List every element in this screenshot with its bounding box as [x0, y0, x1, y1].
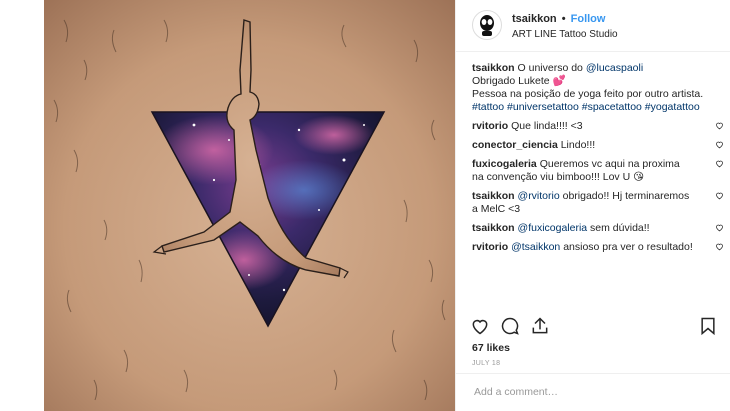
comment-heart-icon[interactable] — [715, 159, 724, 168]
add-comment-bar — [456, 373, 730, 411]
alien-avatar-icon — [474, 12, 500, 38]
comment-text: Lindo!!! — [560, 139, 596, 151]
caption-line2: Obrigado Lukete — [472, 75, 550, 87]
post-header: tsaikkon • Follow ART LINE Tattoo Studio — [456, 0, 730, 52]
comment-item: tsaikkon @rvitorio obrigado!! Hj termina… — [472, 190, 723, 216]
header-username[interactable]: tsaikkon — [512, 13, 557, 25]
comment-username[interactable]: tsaikkon — [472, 190, 515, 202]
comment-heart-icon[interactable] — [715, 242, 724, 251]
comment-item: rvitorio @tsaikkon ansioso pra ver o res… — [472, 241, 723, 254]
left-margin — [0, 0, 44, 411]
post-sidebar: tsaikkon • Follow ART LINE Tattoo Studio… — [455, 0, 730, 411]
comment-username[interactable]: rvitorio — [472, 120, 508, 132]
comment-heart-icon[interactable] — [715, 191, 724, 200]
tattoo-image — [44, 0, 455, 411]
post-date: JULY 18 — [472, 360, 501, 367]
comment-username[interactable]: rvitorio — [472, 241, 508, 253]
comment-username[interactable]: conector_ciencia — [472, 139, 558, 151]
comment-mention[interactable]: @rvitorio — [518, 190, 560, 202]
comment-username[interactable]: tsaikkon — [472, 222, 515, 234]
follow-button[interactable]: Follow — [571, 13, 606, 25]
comment-username[interactable]: fuxicogaleria — [472, 158, 537, 170]
comment-item: fuxicogaleria Queremos vc aqui na proxim… — [472, 158, 723, 184]
header-line: tsaikkon • Follow — [512, 13, 605, 25]
post-caption: tsaikkon O universo do @lucaspaoli Obrig… — [472, 62, 712, 114]
caption-username[interactable]: tsaikkon — [472, 62, 515, 74]
caption-emoji: 💕 — [552, 75, 566, 87]
heart-icon[interactable] — [470, 316, 490, 336]
comment-text: ansioso pra ver o resultado! — [560, 241, 693, 253]
comment-icon[interactable] — [500, 316, 520, 336]
share-icon[interactable] — [530, 316, 550, 336]
action-bar — [470, 316, 720, 338]
comment-text: Que linda!!!! <3 — [511, 120, 583, 132]
bookmark-icon[interactable] — [698, 316, 718, 336]
comment-heart-icon[interactable] — [715, 223, 724, 232]
separator-dot: • — [561, 13, 566, 25]
add-comment-input[interactable] — [472, 385, 716, 399]
comments-list: tsaikkon O universo do @lucaspaoli Obrig… — [472, 62, 723, 260]
likes-count[interactable]: 67 likes — [472, 342, 510, 354]
post-photo[interactable] — [44, 0, 455, 411]
caption-text1: O universo do — [517, 62, 586, 74]
caption-mention[interactable]: @lucaspaoli — [586, 62, 643, 74]
caption-line3: Pessoa na posição de yoga feito por outr… — [472, 88, 704, 100]
comment-item: tsaikkon @fuxicogaleria sem dúvida!! — [472, 222, 723, 235]
comment-heart-icon[interactable] — [715, 121, 724, 130]
comment-item: rvitorio Que linda!!!! <3 — [472, 120, 723, 133]
comment-item: conector_ciencia Lindo!!! — [472, 139, 723, 152]
avatar[interactable] — [472, 10, 502, 40]
comment-heart-icon[interactable] — [715, 140, 724, 149]
comment-mention[interactable]: @fuxicogaleria — [518, 222, 588, 234]
caption-hashtags[interactable]: #tattoo #universetattoo #spacetattoo #yo… — [472, 101, 700, 113]
comment-mention[interactable]: @tsaikkon — [511, 241, 560, 253]
location-link[interactable]: ART LINE Tattoo Studio — [512, 29, 618, 40]
comment-text: sem dúvida!! — [587, 222, 650, 234]
